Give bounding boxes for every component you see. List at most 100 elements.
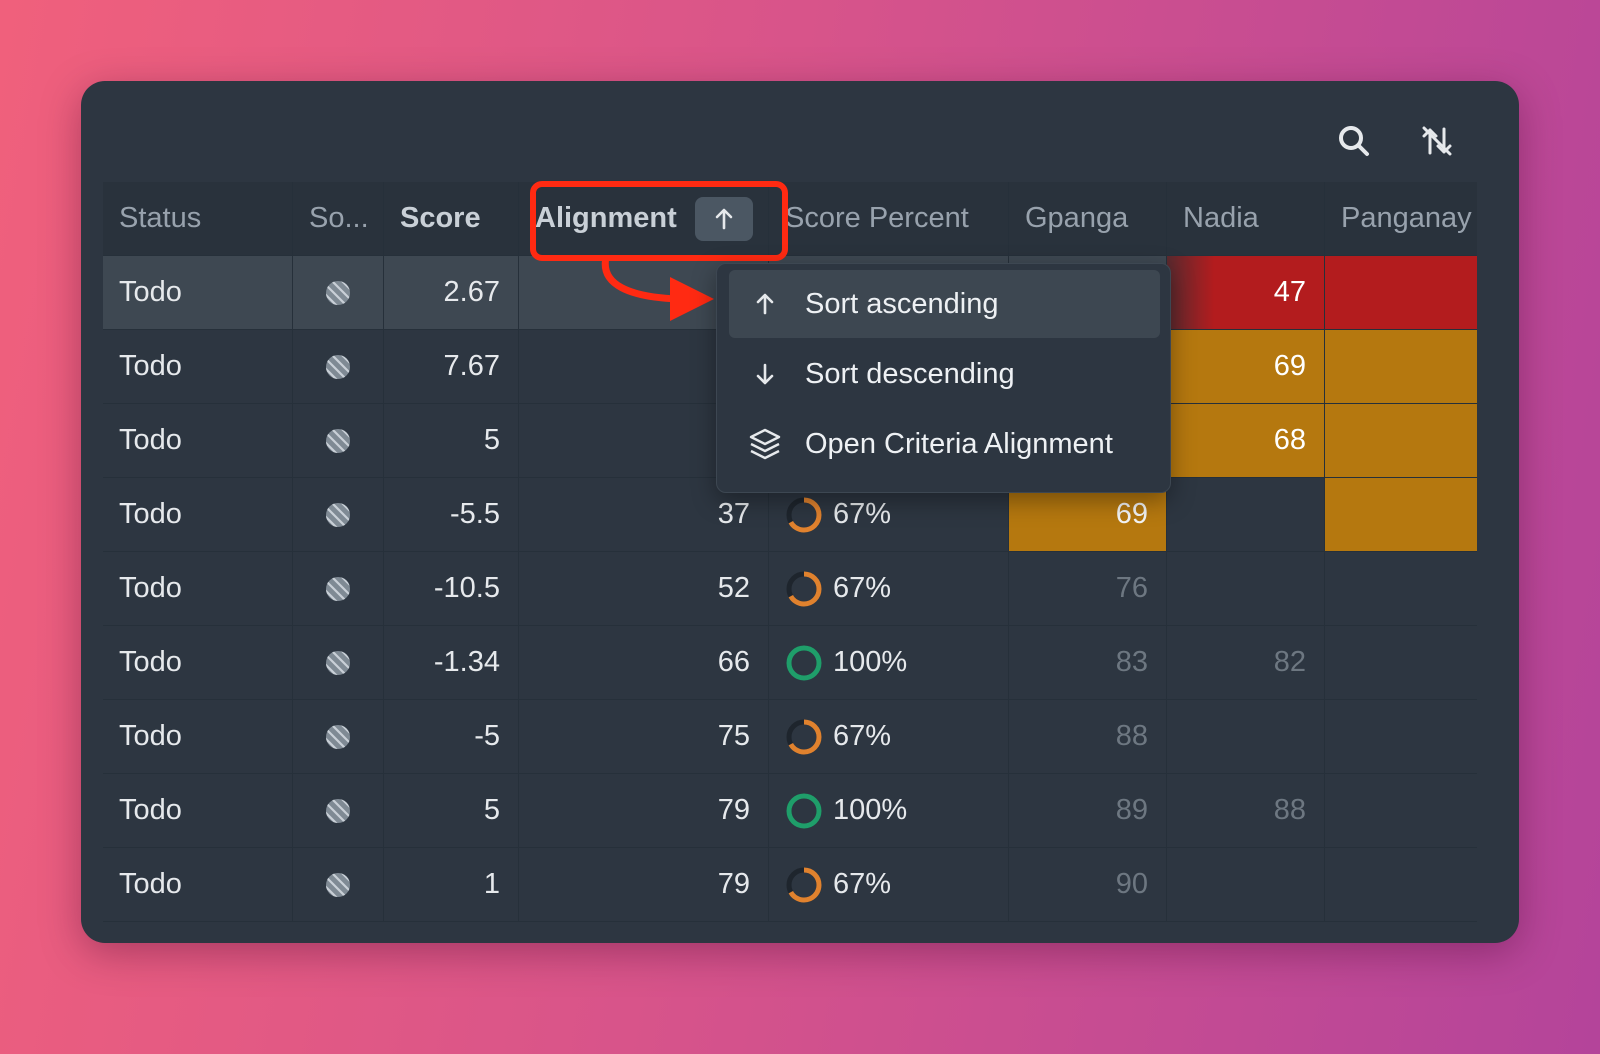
alignment-cell[interactable]: 75: [519, 700, 769, 774]
progress-ring-icon: [786, 719, 822, 754]
menu-open-criteria[interactable]: Open Criteria Alignment: [729, 410, 1160, 478]
score-percent-label: 67%: [833, 720, 892, 752]
panganay-cell[interactable]: [1325, 330, 1477, 404]
score-cell[interactable]: 5: [384, 774, 519, 848]
nadia-cell[interactable]: 82: [1167, 626, 1325, 700]
status-cell[interactable]: Todo: [103, 330, 293, 404]
status-cell[interactable]: Todo: [103, 774, 293, 848]
score-cell[interactable]: -5: [384, 700, 519, 774]
status-cell[interactable]: Todo: [103, 552, 293, 626]
score-cell[interactable]: -1.34: [384, 626, 519, 700]
menu-sort-descending[interactable]: Sort descending: [729, 340, 1160, 408]
table-row[interactable]: Todo -10.5 52 67% 76: [103, 552, 1477, 626]
source-cell[interactable]: [293, 256, 384, 330]
source-cell[interactable]: [293, 552, 384, 626]
score-cell[interactable]: -5.5: [384, 478, 519, 552]
alignment-highlight-box: [530, 181, 788, 261]
panganay-cell[interactable]: [1325, 404, 1477, 478]
menu-sort-ascending-label: Sort ascending: [805, 287, 999, 320]
nadia-cell[interactable]: 47: [1167, 256, 1325, 330]
score-cell[interactable]: 7.67: [384, 330, 519, 404]
alignment-cell[interactable]: 79: [519, 774, 769, 848]
table-row[interactable]: Todo -1.34 66 100% 83 82: [103, 626, 1477, 700]
panganay-cell[interactable]: [1325, 700, 1477, 774]
sort-off-icon[interactable]: [1417, 121, 1457, 161]
source-cell[interactable]: [293, 626, 384, 700]
gpanga-cell[interactable]: 88: [1009, 700, 1167, 774]
header-source[interactable]: So...: [293, 182, 384, 256]
source-cell[interactable]: [293, 478, 384, 552]
alignment-cell[interactable]: 66: [519, 626, 769, 700]
score-cell[interactable]: -10.5: [384, 552, 519, 626]
arrow-down-icon: [747, 356, 783, 392]
panganay-cell[interactable]: [1325, 478, 1477, 552]
gpanga-cell[interactable]: 76: [1009, 552, 1167, 626]
header-panganay[interactable]: Panganay: [1325, 182, 1477, 256]
score-percent-label: 67%: [833, 572, 892, 604]
nadia-cell[interactable]: [1167, 552, 1325, 626]
source-cell[interactable]: [293, 848, 384, 922]
score-cell[interactable]: 2.67: [384, 256, 519, 330]
gpanga-cell[interactable]: 90: [1009, 848, 1167, 922]
source-cell[interactable]: [293, 700, 384, 774]
score-percent-cell[interactable]: 100%: [769, 774, 1009, 848]
header-nadia[interactable]: Nadia: [1167, 182, 1325, 256]
status-cell[interactable]: Todo: [103, 848, 293, 922]
progress-ring-icon: [786, 793, 822, 828]
source-status-icon: [326, 428, 350, 453]
menu-sort-descending-label: Sort descending: [805, 357, 1015, 390]
status-cell[interactable]: Todo: [103, 700, 293, 774]
header-gpanga[interactable]: Gpanga: [1009, 182, 1167, 256]
arrow-up-icon: [747, 286, 783, 322]
source-cell[interactable]: [293, 330, 384, 404]
source-status-icon: [326, 502, 350, 527]
status-cell[interactable]: Todo: [103, 256, 293, 330]
status-cell[interactable]: Todo: [103, 478, 293, 552]
search-icon[interactable]: [1334, 121, 1374, 161]
source-status-icon: [326, 354, 350, 379]
gpanga-cell[interactable]: 89: [1009, 774, 1167, 848]
source-status-icon: [326, 724, 350, 749]
alignment-cell[interactable]: 52: [519, 552, 769, 626]
score-percent-cell[interactable]: 67%: [769, 552, 1009, 626]
nadia-cell[interactable]: 68: [1167, 404, 1325, 478]
score-percent-label: 67%: [833, 498, 892, 530]
table-row[interactable]: Todo 1 79 67% 90: [103, 848, 1477, 922]
panganay-cell[interactable]: [1325, 848, 1477, 922]
progress-ring-icon: [786, 867, 822, 902]
panganay-cell[interactable]: [1325, 256, 1477, 330]
nadia-cell[interactable]: [1167, 848, 1325, 922]
panganay-cell[interactable]: [1325, 626, 1477, 700]
gpanga-cell[interactable]: 83: [1009, 626, 1167, 700]
nadia-cell[interactable]: 88: [1167, 774, 1325, 848]
progress-ring-icon: [786, 645, 822, 680]
score-percent-cell[interactable]: 67%: [769, 700, 1009, 774]
table-row[interactable]: Todo -5 75 67% 88: [103, 700, 1477, 774]
header-row: Status So... Score Alignment Score Perce…: [103, 182, 1477, 256]
score-cell[interactable]: 1: [384, 848, 519, 922]
source-status-icon: [326, 650, 350, 675]
score-percent-cell[interactable]: 100%: [769, 626, 1009, 700]
sort-context-menu: Sort ascending Sort descending Open Crit…: [716, 263, 1171, 493]
menu-sort-ascending[interactable]: Sort ascending: [729, 270, 1160, 338]
panganay-cell[interactable]: [1325, 774, 1477, 848]
header-score[interactable]: Score: [384, 182, 519, 256]
nadia-cell[interactable]: 69: [1167, 330, 1325, 404]
nadia-cell[interactable]: [1167, 478, 1325, 552]
score-percent-cell[interactable]: 67%: [769, 848, 1009, 922]
status-cell[interactable]: Todo: [103, 404, 293, 478]
table-panel: Status So... Score Alignment Score Perce…: [81, 81, 1519, 943]
nadia-cell[interactable]: [1167, 700, 1325, 774]
source-cell[interactable]: [293, 774, 384, 848]
alignment-cell[interactable]: 79: [519, 848, 769, 922]
callout-arrow: [601, 255, 714, 321]
header-status[interactable]: Status: [103, 182, 293, 256]
panganay-cell[interactable]: [1325, 552, 1477, 626]
header-score-percent[interactable]: Score Percent: [769, 182, 1009, 256]
progress-ring-icon: [786, 571, 822, 606]
score-cell[interactable]: 5: [384, 404, 519, 478]
score-percent-label: 67%: [833, 868, 892, 900]
source-cell[interactable]: [293, 404, 384, 478]
status-cell[interactable]: Todo: [103, 626, 293, 700]
table-row[interactable]: Todo 5 79 100% 89 88: [103, 774, 1477, 848]
